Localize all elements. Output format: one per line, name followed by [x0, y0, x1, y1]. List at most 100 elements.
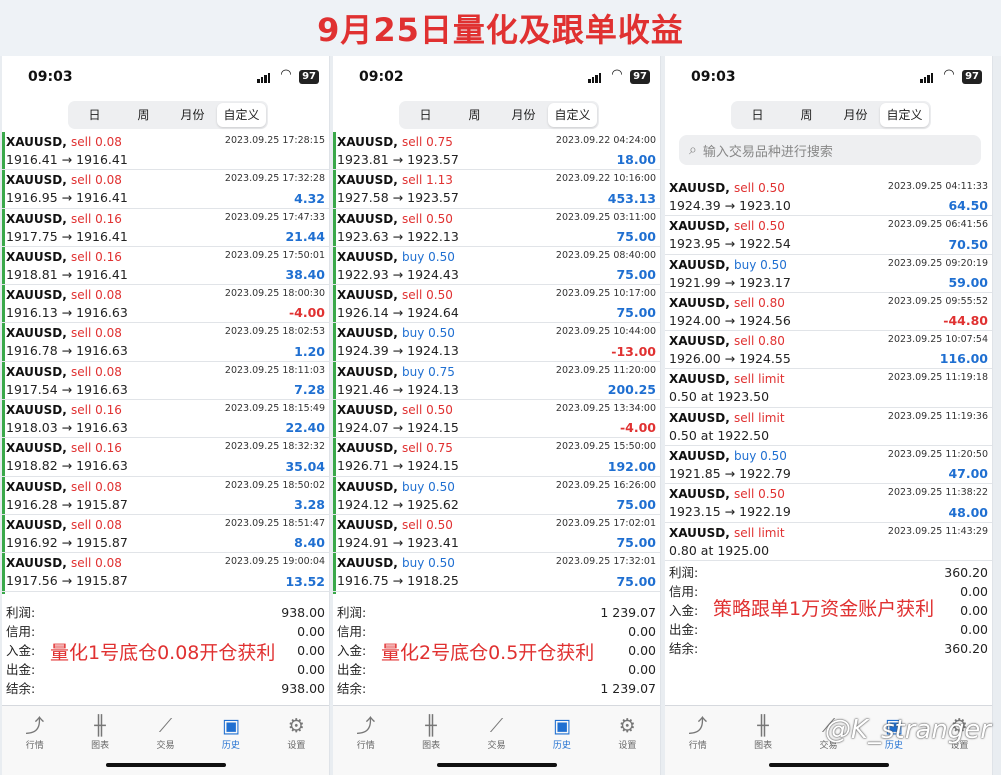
segment-custom[interactable]: 自定义 [548, 103, 597, 127]
trade-row[interactable]: XAUUSD, buy 0.50 2023.09.25 11:20:50 1921.… [665, 446, 992, 485]
trade-side: buy [402, 556, 425, 571]
summary-label: 入金: [669, 603, 699, 618]
trade-lots: 0.50 [426, 517, 453, 532]
trade-datetime: 2023.09.25 10:44:00 [555, 326, 656, 338]
trade-row[interactable]: XAUUSD, sell 0.08 2023.09.25 18:11:03 1917… [2, 362, 329, 401]
summary-label: 信用: [6, 624, 36, 639]
segment-month[interactable]: 月份 [499, 103, 548, 127]
segment-custom[interactable]: 自定义 [217, 103, 266, 127]
trade-row[interactable]: XAUUSD, sell 0.08 2023.09.25 18:02:53 1916… [2, 323, 329, 362]
segment-day[interactable]: 日 [70, 103, 119, 127]
trade-row[interactable]: XAUUSD, sell 0.75 2023.09.22 04:24:00 1923… [333, 132, 660, 171]
trade-prices: 1917.56 → 1915.87 [6, 573, 128, 589]
trade-datetime: 2023.09.25 17:02:01 [555, 517, 656, 529]
tab-quotes[interactable]: ⤴ 行情 [665, 714, 730, 775]
trade-row[interactable]: XAUUSD, buy 0.50 2023.09.25 16:26:00 1924.… [333, 477, 660, 515]
trade-row[interactable]: XAUUSD, buy 0.50 2023.09.25 08:40:00 1922.… [333, 247, 660, 286]
trade-lots: 0.50 [760, 257, 787, 272]
segment-day[interactable]: 日 [733, 103, 782, 127]
candlestick-icon: ╫ [425, 715, 437, 737]
trade-row[interactable]: XAUUSD, sell 0.50 2023.09.25 03:11:00 1923… [333, 209, 660, 247]
trade-symbol: XAUUSD [337, 249, 394, 264]
summary-value: 0.00 [960, 622, 988, 637]
trade-row[interactable]: XAUUSD, sell 0.16 2023.09.25 17:47:33 1917… [2, 209, 329, 247]
trade-side: sell [71, 517, 92, 532]
trade-profit: 200.25 [607, 382, 656, 398]
trade-row[interactable]: XAUUSD, sell 0.08 2023.09.25 18:50:02 1916… [2, 477, 329, 515]
tab-settings[interactable]: ⚙ 设置 [595, 714, 660, 775]
trade-row[interactable]: XAUUSD, buy 0.50 2023.09.25 17:32:01 1916.… [333, 553, 660, 592]
trade-row[interactable]: XAUUSD, sell limit 2023.09.25 11:19:18 0.5… [665, 369, 992, 408]
trade-lots: 0.50 [758, 181, 785, 195]
segment-week[interactable]: 周 [782, 103, 831, 127]
summary-label: 入金: [6, 643, 36, 658]
summary-value: 938.00 [281, 605, 325, 620]
phone-panel: 09:02 ◠ 97 日周月份 自定义 XAUUSD, sell 0.75 2023.09.… [333, 56, 661, 775]
trade-row[interactable]: XAUUSD, sell 0.80 2023.09.25 09:55:52 1924… [665, 293, 992, 332]
trade-datetime: 2023.09.25 11:20:00 [555, 364, 656, 376]
trade-row[interactable]: XAUUSD, buy 0.50 2023.09.25 10:44:00 1924.… [333, 323, 660, 362]
trade-profit: 75.00 [616, 573, 656, 589]
trade-row[interactable]: XAUUSD, sell 0.16 2023.09.25 18:32:32 1918… [2, 438, 329, 477]
trade-profit: 21.44 [285, 228, 325, 244]
trade-row[interactable]: XAUUSD, sell 0.50 2023.09.25 13:34:00 1924… [333, 400, 660, 439]
trade-side: sell [71, 441, 92, 456]
tab-settings[interactable]: ⚙ 设置 [264, 714, 329, 775]
trade-row[interactable]: XAUUSD, sell 0.16 2023.09.25 17:50:01 1918… [2, 247, 329, 286]
trade-row[interactable]: XAUUSD, sell 0.08 2023.09.25 17:28:15 1916… [2, 132, 329, 171]
trade-side: sell [402, 517, 423, 532]
trade-lots: 0.50 [428, 249, 455, 264]
trade-profit: 48.00 [948, 504, 988, 520]
trade-symbol: XAUUSD [6, 288, 63, 303]
tab-quotes[interactable]: ⤴ 行情 [2, 714, 67, 775]
trade-datetime: 2023.09.25 19:00:04 [224, 556, 325, 568]
trade-prices: 1924.07 → 1924.15 [337, 420, 459, 436]
trade-icon: ⟋ [158, 715, 173, 737]
segment-day[interactable]: 日 [401, 103, 450, 127]
trade-row[interactable]: XAUUSD, sell 0.08 2023.09.25 18:51:47 1916… [2, 515, 329, 554]
segment-month[interactable]: 月份 [168, 103, 217, 127]
trade-symbol: XAUUSD [6, 556, 63, 571]
trade-row[interactable]: XAUUSD, sell 0.50 2023.09.25 10:17:00 1926… [333, 285, 660, 324]
trade-symbol: XAUUSD [6, 211, 63, 226]
segment-week[interactable]: 周 [119, 103, 168, 127]
segment-custom[interactable]: 自定义 [880, 103, 929, 127]
trade-profit: -44.80 [943, 313, 988, 329]
search-input[interactable]: ⌕ 输入交易品种进行搜索 [679, 135, 981, 165]
trade-profit: 18.00 [616, 152, 656, 168]
trade-symbol: XAUUSD [669, 219, 726, 234]
status-time: 09:02 [359, 69, 404, 85]
trade-lots: 0.16 [95, 211, 122, 226]
trade-prices: 1922.93 → 1924.43 [337, 266, 459, 282]
trade-datetime: 2023.09.25 18:50:02 [224, 479, 325, 491]
trade-row[interactable]: XAUUSD, sell 0.50 2023.09.25 06:41:56 1923… [665, 216, 992, 255]
trade-row[interactable]: XAUUSD, sell 1.13 2023.09.22 10:16:00 1927… [333, 170, 660, 209]
trade-row[interactable]: XAUUSD, sell 0.75 2023.09.25 15:50:00 1926… [333, 438, 660, 477]
trade-prices: 0.50 at 1922.50 [669, 427, 770, 443]
tab-label: 设置 [287, 741, 306, 751]
segment-week[interactable]: 周 [450, 103, 499, 127]
trade-datetime: 2023.09.25 10:17:00 [555, 288, 656, 300]
trade-row[interactable]: XAUUSD, sell 0.80 2023.09.25 10:07:54 1926… [665, 331, 992, 370]
trade-row[interactable]: XAUUSD, sell 0.08 2023.09.25 17:32:28 1916… [2, 170, 329, 209]
trade-lots: 0.50 [758, 487, 785, 502]
trade-side: sell [734, 219, 755, 234]
candlestick-icon: ╫ [94, 715, 106, 737]
trade-row[interactable]: XAUUSD, sell 0.50 2023.09.25 11:38:22 1923… [665, 484, 992, 523]
trade-row[interactable]: XAUUSD, sell 0.08 2023.09.25 18:00:30 1916… [2, 285, 329, 324]
summary-value: 360.20 [944, 641, 988, 656]
trade-row[interactable]: XAUUSD, buy 0.75 2023.09.25 11:20:00 1921.… [333, 362, 660, 401]
trade-row[interactable]: XAUUSD, sell limit 2023.09.25 11:43:29 0.8… [665, 523, 992, 561]
trade-side: buy [734, 257, 757, 272]
tab-quotes[interactable]: ⤴ 行情 [333, 714, 398, 775]
trade-row[interactable]: XAUUSD, sell 0.16 2023.09.25 18:15:49 1918… [2, 400, 329, 439]
trade-row[interactable]: XAUUSD, sell 0.08 2023.09.25 19:00:04 1917… [2, 553, 329, 592]
trade-row[interactable]: XAUUSD, buy 0.50 2023.09.25 09:20:19 1921.… [665, 255, 992, 293]
tab-label: 图表 [422, 741, 441, 751]
segment-month[interactable]: 月份 [831, 103, 880, 127]
trade-row[interactable]: XAUUSD, sell 0.50 2023.09.25 04:11:33 1924… [665, 178, 992, 217]
summary-row: 利润: 938.00 [6, 603, 325, 622]
trade-row[interactable]: XAUUSD, sell 0.50 2023.09.25 17:02:01 1924… [333, 515, 660, 554]
trade-row[interactable]: XAUUSD, sell limit 2023.09.25 11:19:36 0.5… [665, 408, 992, 447]
trade-lots: 0.16 [95, 249, 122, 264]
